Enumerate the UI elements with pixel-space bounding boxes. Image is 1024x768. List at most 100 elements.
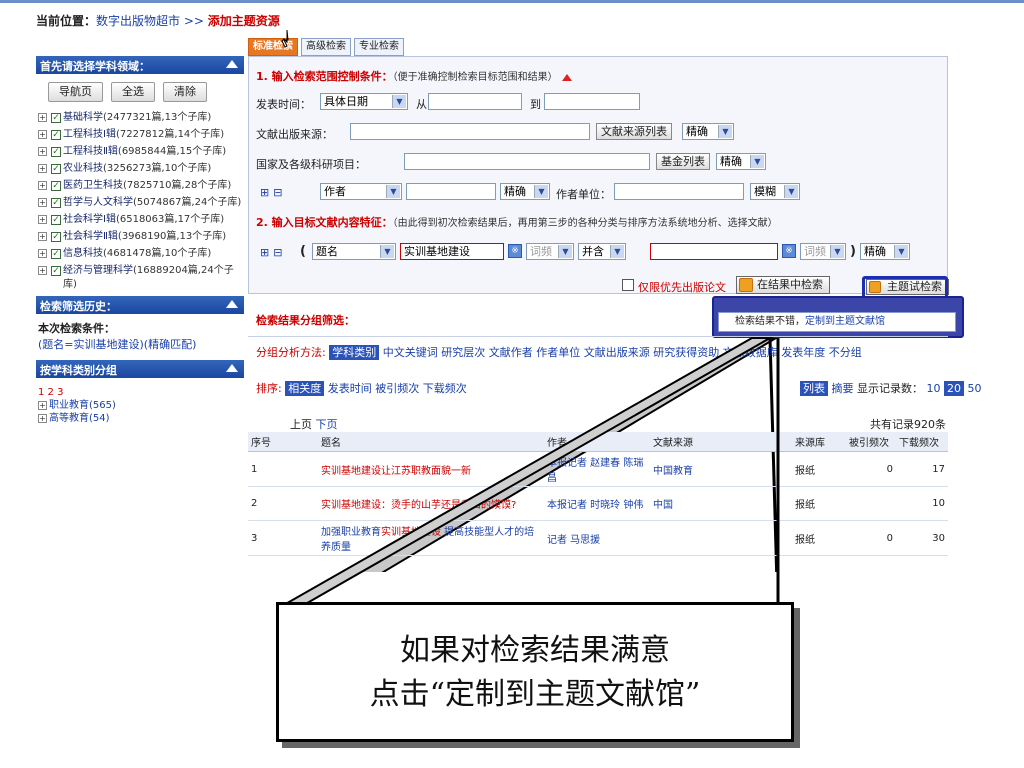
author-unit-match-select[interactable]: 模糊 ▼ — [750, 183, 800, 200]
group-item[interactable]: + 高等教育(54) — [38, 412, 242, 425]
method-funding[interactable]: 研究获得资助 — [653, 346, 719, 359]
expand-plus-icon[interactable]: + — [38, 414, 47, 423]
tree-item[interactable]: + ✓ 工程科技Ⅰ辑(7227812篇,14个子库) — [36, 128, 244, 142]
source-list-button[interactable]: 文献来源列表 — [596, 123, 672, 140]
add-remove-row-icons[interactable]: ⊞⊟ — [260, 186, 286, 199]
tree-item[interactable]: + ✓ 工程科技Ⅱ辑(6985844篇,15个子库) — [36, 145, 244, 159]
sort-downloads[interactable]: 下载频次 — [423, 382, 467, 395]
group-item[interactable]: + 职业教育(565) — [38, 399, 242, 412]
sort-cited[interactable]: 被引频次 — [375, 382, 419, 395]
checkbox-checked-icon[interactable]: ✓ — [51, 113, 61, 123]
method-source[interactable]: 文献出版来源 — [584, 346, 650, 359]
collapse-up-icon[interactable] — [226, 300, 238, 308]
collapse-up-icon[interactable] — [226, 364, 238, 372]
result-title-link[interactable]: 实训基地建设：烫手的山芋还是香口的馍馍? — [318, 486, 544, 521]
result-title-link[interactable]: 加强职业教育实训基地建设 提高技能型人才的培养质量 — [318, 520, 544, 556]
expand-plus-icon[interactable]: + — [38, 113, 47, 122]
tab-professional-search[interactable]: 专业检索 — [354, 38, 404, 56]
result-author-link[interactable]: 本报记者 赵建春 陈瑞昌 — [544, 451, 650, 487]
expand-plus-icon[interactable]: + — [38, 232, 47, 241]
group-pagination[interactable]: 1 2 3 — [38, 386, 242, 399]
pubtime-select[interactable]: 具体日期 ▼ — [320, 93, 408, 110]
checkbox-checked-icon[interactable]: ✓ — [51, 266, 61, 276]
group-section-header[interactable]: 按学科类别分组 — [36, 360, 244, 378]
author-input[interactable] — [406, 183, 496, 200]
expand-plus-icon[interactable]: + — [38, 164, 47, 173]
checkbox-checked-icon[interactable]: ✓ — [51, 249, 61, 259]
author-field-select[interactable]: 作者 ▼ — [320, 183, 402, 200]
term-freq-select-2[interactable]: 词频 ▼ — [800, 243, 846, 260]
view-list-button[interactable]: 列表 — [800, 381, 828, 396]
breadcrumb-site-link[interactable]: 数字出版物超市 — [96, 14, 180, 28]
collapse-up-icon[interactable] — [226, 60, 238, 68]
expand-plus-icon[interactable]: + — [38, 198, 47, 207]
expand-plus-icon[interactable]: + — [38, 215, 47, 224]
source-match-select[interactable]: 精确 ▼ — [682, 123, 734, 140]
add-remove-row-icons[interactable]: ⊞⊟ — [260, 246, 286, 259]
checkbox-checked-icon[interactable]: ✓ — [51, 232, 61, 242]
count-10[interactable]: 10 — [927, 382, 941, 395]
expand-plus-icon[interactable]: + — [38, 249, 47, 258]
checkbox-checked-icon[interactable]: ✓ — [51, 164, 61, 174]
method-subject-category[interactable]: 学科类别 — [329, 345, 380, 360]
sort-relevance[interactable]: 相关度 — [285, 381, 325, 396]
history-section-header[interactable]: 检索筛选历史： — [36, 296, 244, 314]
title-field-select[interactable]: 题名 ▼ — [312, 243, 396, 260]
method-keyword[interactable]: 中文关键词 — [383, 346, 438, 359]
result-author-link[interactable]: 记者 马思援 — [544, 520, 650, 556]
checkbox-checked-icon[interactable]: ✓ — [51, 181, 61, 191]
expand-plus-icon[interactable]: + — [38, 181, 47, 190]
expand-plus-icon[interactable]: + — [38, 266, 47, 275]
tab-standard-search[interactable]: 标准检索 — [248, 38, 298, 56]
tree-item[interactable]: + ✓ 哲学与人文科学(5074867篇,24个子库) — [36, 196, 244, 210]
checkbox-checked-icon[interactable]: ✓ — [51, 130, 61, 140]
method-research-level[interactable]: 研究层次 — [441, 346, 485, 359]
search-in-results-button[interactable]: 在结果中检索 — [736, 276, 830, 294]
method-year[interactable]: 发表年度 — [781, 346, 825, 359]
col-title[interactable]: 题名 — [318, 432, 544, 452]
expand-plus-icon[interactable]: + — [38, 130, 47, 139]
nav-page-button[interactable]: 导航页 — [48, 82, 103, 102]
term-freq-select[interactable]: 词频 ▼ — [526, 243, 574, 260]
first-pub-checkbox[interactable] — [622, 279, 634, 291]
tree-item[interactable]: + ✓ 农业科技(3256273篇,10个子库) — [36, 162, 244, 176]
clear-button[interactable]: 清除 — [163, 82, 207, 102]
subject-section-header[interactable]: 首先请选择学科领域： — [36, 56, 244, 74]
result-source-link[interactable] — [650, 520, 792, 556]
source-input[interactable] — [350, 123, 590, 140]
col-source[interactable]: 文献来源 — [650, 432, 792, 452]
fund-input[interactable] — [404, 153, 650, 170]
checkbox-checked-icon[interactable]: ✓ — [51, 215, 61, 225]
author-match-select[interactable]: 精确 ▼ — [500, 183, 550, 200]
fund-list-button[interactable]: 基金列表 — [656, 153, 710, 170]
result-title-link[interactable]: 实训基地建设让江苏职教面貌一新 — [318, 451, 544, 487]
col-cited[interactable]: 被引频次 — [846, 432, 896, 452]
prev-page[interactable]: 上页 — [290, 418, 312, 431]
col-downloads[interactable]: 下载频次 — [896, 432, 948, 452]
method-database[interactable]: 文献数据库 — [723, 346, 778, 359]
col-author[interactable]: 作者 — [544, 432, 650, 452]
customize-to-theme-library-item[interactable]: 检索结果不错，定制到主题文献馆 — [718, 312, 956, 332]
logic-operator-select[interactable]: 并含 ▼ — [578, 243, 626, 260]
collapse-up-icon[interactable] — [561, 73, 572, 81]
count-20[interactable]: 20 — [944, 381, 964, 396]
keyword-expand-icon[interactable]: ※ — [508, 244, 522, 258]
checkbox-checked-icon[interactable]: ✓ — [51, 147, 61, 157]
count-50[interactable]: 50 — [968, 382, 982, 395]
tree-item[interactable]: + ✓ 医药卫生科技(7825710篇,28个子库) — [36, 179, 244, 193]
next-page[interactable]: 下页 — [316, 418, 338, 431]
expand-plus-icon[interactable]: + — [38, 401, 47, 410]
fund-match-select[interactable]: 精确 ▼ — [716, 153, 766, 170]
tree-item[interactable]: + ✓ 基础科学(2477321篇,13个子库) — [36, 111, 244, 125]
method-author[interactable]: 文献作者 — [489, 346, 533, 359]
tab-advanced-search[interactable]: 高级检索 — [301, 38, 351, 56]
tree-item[interactable]: + ✓ 经济与管理科学(16889204篇,24个子库) — [36, 264, 244, 292]
date-to-input[interactable] — [544, 93, 640, 110]
expand-plus-icon[interactable]: + — [38, 147, 47, 156]
condition-value-link[interactable]: (题名=实训基地建设)(精确匹配) — [38, 336, 240, 352]
view-abstract-button[interactable]: 摘要 — [832, 382, 854, 395]
result-source-link[interactable]: 中国教育 — [650, 451, 792, 487]
method-author-unit[interactable]: 作者单位 — [536, 346, 580, 359]
second-keyword-input[interactable] — [650, 243, 778, 260]
date-from-input[interactable] — [428, 93, 522, 110]
